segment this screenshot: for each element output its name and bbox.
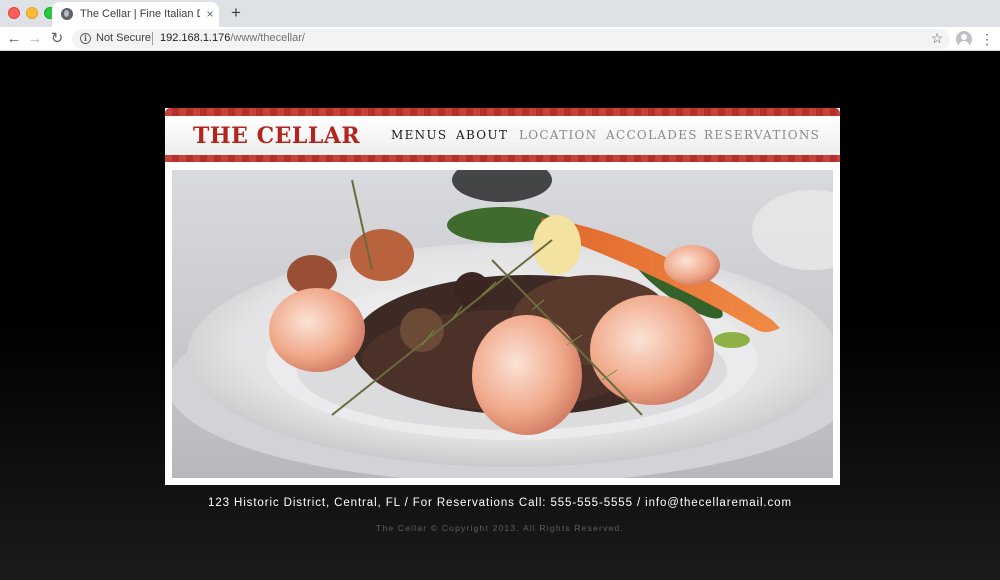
url-path: /www/thecellar/	[230, 32, 305, 44]
site-header: THE CELLAR MENUS ABOUT LOCATION ACCOLADE…	[165, 108, 840, 162]
back-icon[interactable]: ←	[5, 30, 23, 48]
url-text[interactable]: 192.168.1.176/www/thecellar/	[160, 32, 305, 44]
close-window-icon[interactable]	[8, 7, 20, 19]
nav-menus[interactable]: MENUS	[391, 126, 447, 144]
hero-image	[172, 170, 833, 478]
page-viewport: THE CELLAR MENUS ABOUT LOCATION ACCOLADE…	[0, 52, 1000, 580]
minimize-window-icon[interactable]	[26, 7, 38, 19]
address-bar[interactable]: i Not Secure 192.168.1.176/www/thecellar…	[72, 29, 950, 49]
nav-about[interactable]: ABOUT	[456, 126, 508, 144]
tab-close-icon[interactable]: ×	[203, 6, 217, 22]
security-status[interactable]: Not Secure	[96, 32, 151, 44]
reload-icon[interactable]: ↻	[48, 30, 66, 48]
hero-food-photo	[172, 170, 833, 478]
tab-title: The Cellar | Fine Italian Dining	[80, 8, 200, 20]
browser-toolbar: ← → ↻ i Not Secure 192.168.1.176/www/the…	[0, 27, 1000, 51]
footer-contact: 123 Historic District, Central, FL / For…	[208, 497, 792, 509]
forward-icon[interactable]: →	[26, 30, 44, 48]
url-host: 192.168.1.176	[160, 32, 231, 44]
nav-location[interactable]: LOCATION	[519, 126, 597, 144]
site-container: THE CELLAR MENUS ABOUT LOCATION ACCOLADE…	[165, 108, 840, 485]
profile-avatar-icon[interactable]	[956, 31, 972, 47]
header-stripe-bottom	[165, 155, 840, 162]
nav-accolades[interactable]: ACCOLADES	[606, 126, 698, 144]
info-icon[interactable]: i	[80, 33, 91, 44]
browser-tabstrip: The Cellar | Fine Italian Dining × +	[0, 0, 1000, 27]
site-logo[interactable]: THE CELLAR	[193, 118, 360, 154]
footer-copyright: The Cellar © Copyright 2013. All Rights …	[376, 523, 624, 533]
browser-tab[interactable]: The Cellar | Fine Italian Dining ×	[52, 2, 219, 27]
address-divider	[152, 32, 153, 45]
bookmark-star-icon[interactable]: ☆	[928, 29, 946, 47]
new-tab-icon[interactable]: +	[228, 4, 244, 22]
browser-menu-icon[interactable]: ⋮	[980, 30, 994, 48]
globe-icon	[61, 8, 73, 20]
header-stripe-top	[165, 108, 840, 116]
nav-reservations[interactable]: RESERVATIONS	[704, 126, 820, 144]
